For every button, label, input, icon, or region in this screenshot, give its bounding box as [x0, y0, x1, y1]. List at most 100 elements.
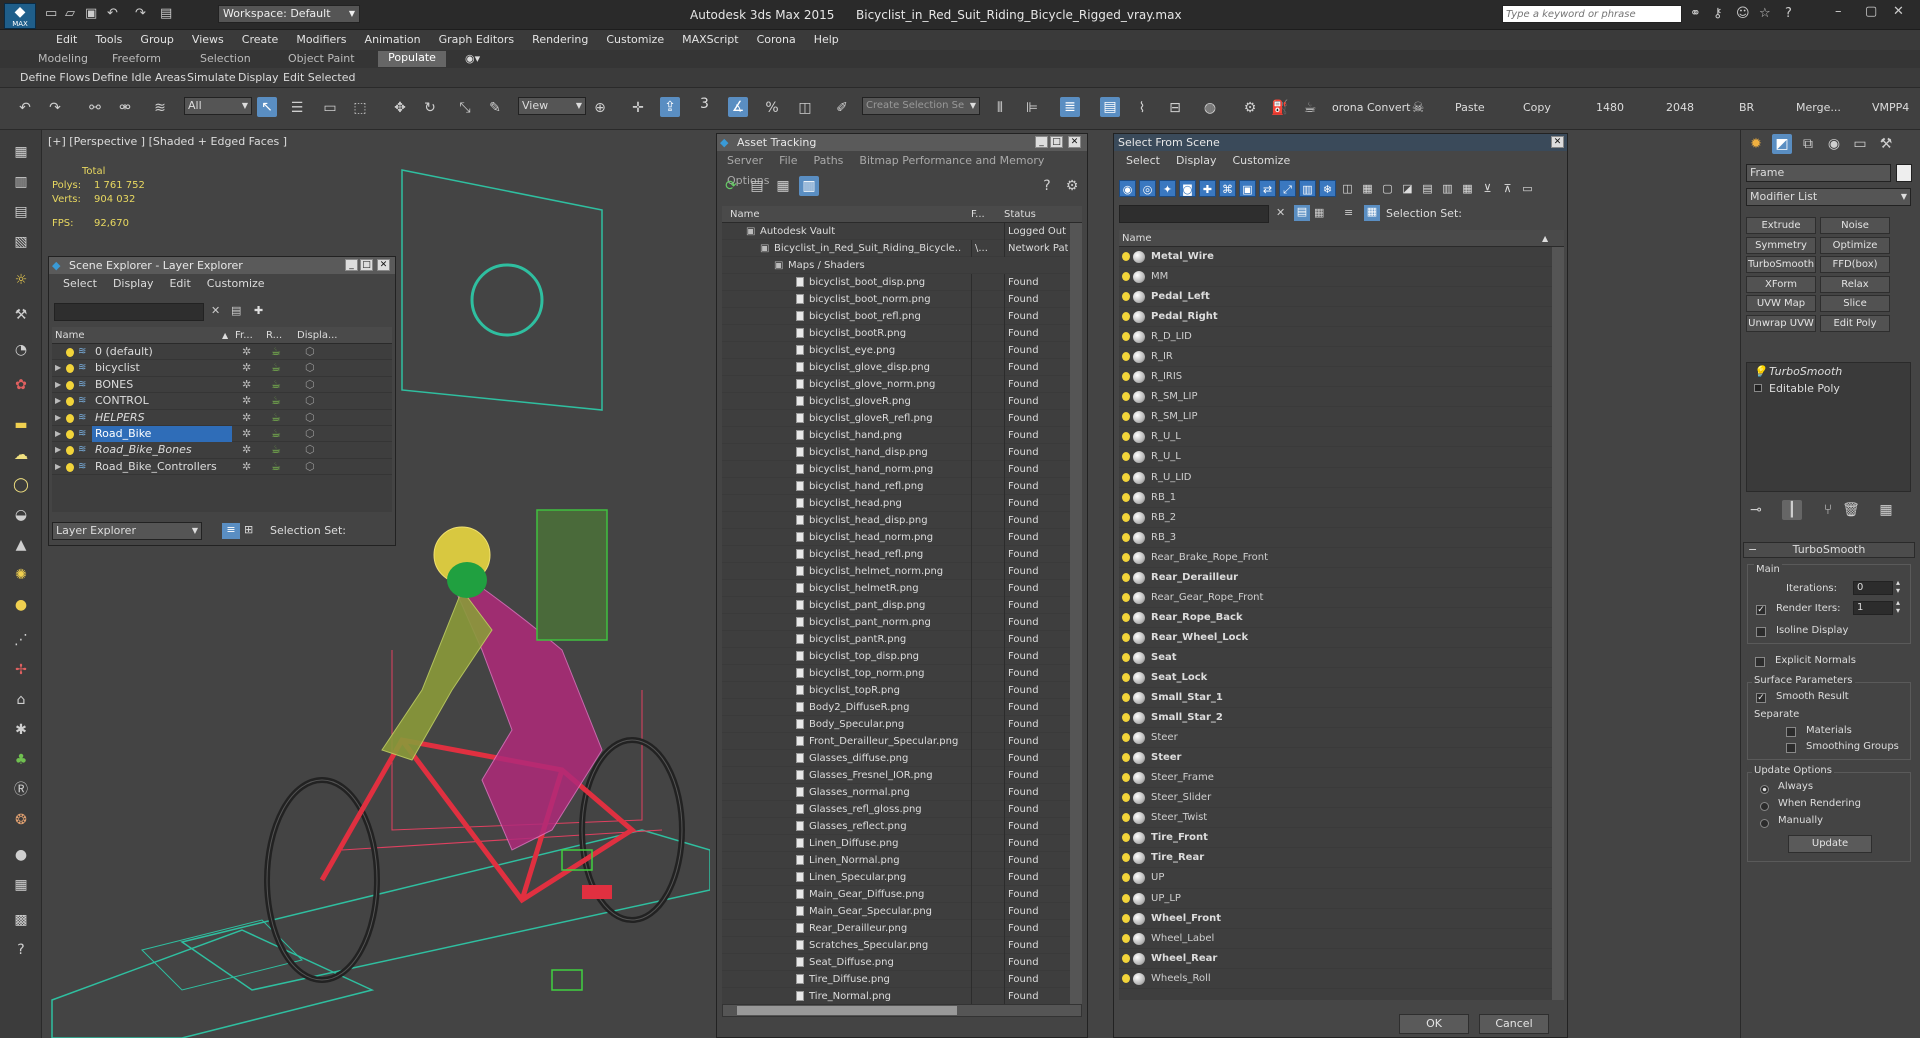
- freeze-icon[interactable]: ✲: [242, 344, 251, 360]
- layer-row[interactable]: ▶ ≋ HELPERS ✲ ☕ ⬡: [52, 410, 392, 426]
- lightbulb-icon[interactable]: [1122, 672, 1130, 682]
- smoothing-groups-checkbox[interactable]: [1786, 741, 1801, 754]
- maximize-icon[interactable]: □: [360, 259, 373, 271]
- menu-paths[interactable]: Paths: [806, 151, 852, 171]
- lightbulb-icon[interactable]: [1122, 392, 1130, 402]
- minimize-icon[interactable]: _: [345, 259, 358, 271]
- menu-display[interactable]: Display: [1168, 151, 1225, 171]
- object-row[interactable]: Rear_Rope_Back: [1119, 608, 1564, 628]
- edit-selected-button[interactable]: Edit Selected: [283, 71, 355, 84]
- layer-name[interactable]: Road_Bike: [92, 425, 232, 442]
- menu-modifiers[interactable]: Modifiers: [287, 30, 355, 50]
- layer-row[interactable]: ▶ ≋ Road_Bike_Bones ✲ ☕ ⬡: [52, 442, 392, 459]
- lightbulb-icon[interactable]: [1122, 452, 1130, 462]
- object-row[interactable]: R_IRIS: [1119, 367, 1564, 388]
- xrefs-filter-icon[interactable]: ⇄: [1259, 180, 1276, 197]
- smooth-result-checkbox[interactable]: ✓: [1756, 691, 1771, 704]
- object-row[interactable]: Steer_Slider: [1119, 788, 1564, 809]
- asset-file-row[interactable]: Glasses_reflect.png Found: [722, 818, 1082, 835]
- select-invert-icon[interactable]: ▦: [1459, 180, 1476, 197]
- symmetry-button[interactable]: Symmetry: [1746, 236, 1816, 254]
- rollout-header[interactable]: − TurboSmooth: [1743, 542, 1915, 558]
- pivot-center-icon[interactable]: ⊕: [590, 98, 610, 118]
- layer-row[interactable]: ▶ ≋ bicyclist ✲ ☕ ⬡: [52, 360, 392, 377]
- layer-row[interactable]: ▶ ≋ Road_Bike ✲ ☕ ⬡: [52, 425, 392, 443]
- lightbulb-icon[interactable]: [1122, 873, 1130, 883]
- close-icon[interactable]: ✕: [377, 259, 390, 271]
- light-icon[interactable]: ☼: [11, 270, 31, 290]
- spinner-arrows-icon[interactable]: ▴ ▾: [1896, 579, 1900, 595]
- asset-file-row[interactable]: bicyclist_head_norm.png Found: [722, 529, 1082, 546]
- lightbulb-icon[interactable]: [1122, 512, 1130, 522]
- lightbulb-icon[interactable]: [1122, 352, 1130, 362]
- selection-set-icon[interactable]: ▦: [1364, 205, 1380, 221]
- lightbulb-icon[interactable]: [1122, 893, 1130, 903]
- binoculars-icon[interactable]: ⚭: [1690, 6, 1701, 21]
- freeze-icon[interactable]: ✲: [242, 360, 251, 376]
- spacewarps-filter-icon[interactable]: ⌘: [1219, 180, 1236, 197]
- find-case-icon[interactable]: ▤: [1294, 205, 1310, 221]
- asset-file-row[interactable]: bicyclist_hand_norm.png Found: [722, 461, 1082, 478]
- lightbulb-icon[interactable]: [1122, 472, 1130, 482]
- place-icon[interactable]: ✎: [485, 98, 505, 118]
- layer-name[interactable]: CONTROL: [92, 393, 152, 409]
- extrude-button[interactable]: Extrude: [1746, 217, 1816, 234]
- asset-file-row[interactable]: bicyclist_boot_disp.png Found: [722, 274, 1082, 291]
- object-row[interactable]: R_D_LID: [1119, 327, 1564, 348]
- cancel-button[interactable]: Cancel: [1479, 1014, 1549, 1034]
- explicit-normals-checkbox[interactable]: [1755, 655, 1770, 668]
- object-row[interactable]: Small_Star_1: [1119, 688, 1564, 709]
- lightbulb-icon[interactable]: [1122, 693, 1130, 703]
- window-crossing-icon[interactable]: ⬚: [350, 98, 370, 118]
- asset-tree-row[interactable]: ▣ Bicyclist_in_Red_Suit_Riding_Bicycle...…: [722, 240, 1082, 257]
- align-icon[interactable]: ⊫: [1022, 98, 1042, 118]
- menu-views[interactable]: Views: [183, 30, 233, 50]
- xform-button[interactable]: XForm: [1746, 275, 1816, 293]
- skull-icon[interactable]: ☠: [1408, 98, 1428, 118]
- helpers-filter-icon[interactable]: ✚: [1199, 180, 1216, 197]
- close-icon[interactable]: ✕: [1551, 136, 1564, 148]
- tool-icon-21[interactable]: Ⓡ: [11, 780, 31, 800]
- menu-graph-editors[interactable]: Graph Editors: [430, 30, 524, 50]
- pin-stack-icon[interactable]: ⊸: [1746, 500, 1766, 520]
- freeze-icon[interactable]: ✲: [242, 410, 251, 426]
- object-row[interactable]: RB_2: [1119, 508, 1564, 528]
- layer-row[interactable]: ▶ ≋ Road_Bike_Controllers ✲ ☕ ⬡: [52, 459, 392, 476]
- selection-set-label[interactable]: Selection Set:: [1386, 207, 1462, 220]
- asset-file-row[interactable]: bicyclist_bootR.png Found: [722, 325, 1082, 342]
- expand-icon[interactable]: ▶: [55, 459, 61, 475]
- redo-icon[interactable]: ↷: [45, 98, 65, 118]
- asset-file-row[interactable]: bicyclist_helmetR.png Found: [722, 580, 1082, 597]
- column-name[interactable]: Name: [1122, 230, 1152, 246]
- display-icon[interactable]: ⬡: [305, 442, 315, 458]
- select-by-name-icon[interactable]: ☰: [287, 98, 307, 118]
- asset-file-row[interactable]: bicyclist_glove_disp.png Found: [722, 359, 1082, 376]
- asset-file-row[interactable]: bicyclist_topR.png Found: [722, 682, 1082, 699]
- lightbulb-icon[interactable]: [66, 380, 74, 390]
- render-production-icon[interactable]: ☕: [1300, 98, 1320, 118]
- lightbulb-icon[interactable]: [1122, 733, 1130, 743]
- refresh-icon[interactable]: ⟳: [721, 176, 741, 196]
- update-button[interactable]: Update: [1788, 835, 1872, 853]
- bones-filter-icon[interactable]: ⤢: [1279, 180, 1296, 197]
- tab-modeling[interactable]: Modeling: [38, 52, 88, 65]
- menu-edit[interactable]: Edit: [161, 274, 198, 294]
- lightbulb-icon[interactable]: [1122, 833, 1130, 843]
- display-icon[interactable]: ⬡: [305, 344, 315, 360]
- expand-icon[interactable]: ▶: [55, 393, 61, 409]
- mirror-icon[interactable]: ⫴: [990, 98, 1010, 118]
- shapes-filter-icon[interactable]: ◎: [1139, 180, 1156, 197]
- tool-icon-2[interactable]: ▥: [11, 172, 31, 192]
- materials-checkbox[interactable]: [1786, 725, 1801, 738]
- select-all-icon[interactable]: ▤: [1419, 180, 1436, 197]
- expand-icon[interactable]: ▶: [55, 360, 61, 376]
- object-row[interactable]: Steer_Frame: [1119, 768, 1564, 789]
- object-row[interactable]: R_U_LID: [1119, 468, 1564, 488]
- percent-snap-icon[interactable]: %: [762, 98, 782, 118]
- layer-row[interactable]: ≋ 0 (default) ✲ ☕ ⬡: [52, 344, 392, 361]
- tool-icon-25[interactable]: ▩: [11, 910, 31, 930]
- display-all-icon[interactable]: ▦: [1359, 180, 1376, 197]
- vertical-scrollbar[interactable]: [1070, 223, 1082, 1004]
- help-icon[interactable]: ?: [1785, 6, 1792, 21]
- copy-button[interactable]: Copy: [1523, 101, 1551, 114]
